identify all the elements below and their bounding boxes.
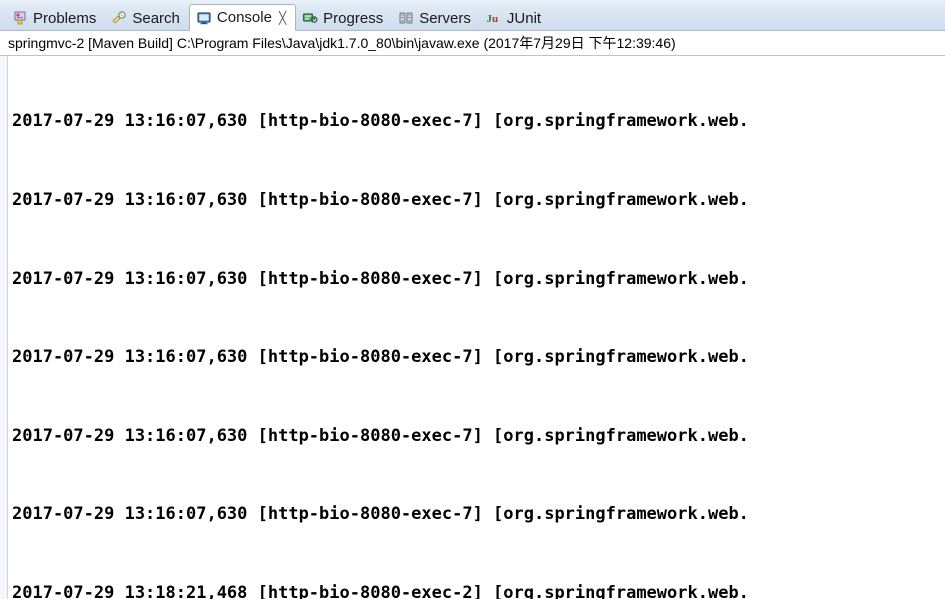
tab-junit[interactable]: J u JUnit [480,5,550,31]
console-icon [196,10,212,26]
tab-junit-label: JUnit [506,9,542,27]
console-line: 2017-07-29 13:16:07,630 [http-bio-8080-e… [12,268,749,289]
console-gutter [0,56,8,599]
tab-servers-label: Servers [419,9,471,27]
svg-text:u: u [492,13,498,25]
junit-icon: J u [486,10,502,26]
close-icon[interactable]: ╳ [279,12,286,24]
console-line: 2017-07-29 13:16:07,630 [http-bio-8080-e… [12,504,749,525]
servers-icon [398,10,414,26]
progress-icon [302,10,318,26]
tab-search[interactable]: Search [105,5,189,31]
tab-servers[interactable]: Servers [392,5,480,31]
tab-progress[interactable]: Progress [296,5,392,31]
search-icon [111,10,127,26]
console-output-area[interactable]: 2017-07-29 13:16:07,630 [http-bio-8080-e… [0,55,945,599]
tab-search-label: Search [132,9,180,27]
process-title: springmvc-2 [Maven Build] C:\Program Fil… [0,31,945,55]
view-tab-bar: Problems Search Console ╳ Progress Serve… [0,0,945,31]
problems-icon [12,10,28,26]
console-text[interactable]: 2017-07-29 13:16:07,630 [http-bio-8080-e… [12,56,945,599]
console-line: 2017-07-29 13:16:07,630 [http-bio-8080-e… [12,347,749,368]
console-line: 2017-07-29 13:16:07,630 [http-bio-8080-e… [12,425,749,446]
console-line: 2017-07-29 13:18:21,468 [http-bio-8080-e… [12,582,749,599]
tab-console[interactable]: Console ╳ [188,4,297,31]
tab-problems[interactable]: Problems [6,5,105,31]
tab-problems-label: Problems [33,9,97,27]
tab-console-label: Console [216,9,272,26]
console-line: 2017-07-29 13:16:07,630 [http-bio-8080-e… [12,190,749,210]
tab-progress-label: Progress [323,9,384,27]
console-line: 2017-07-29 13:16:07,630 [http-bio-8080-e… [12,111,749,132]
